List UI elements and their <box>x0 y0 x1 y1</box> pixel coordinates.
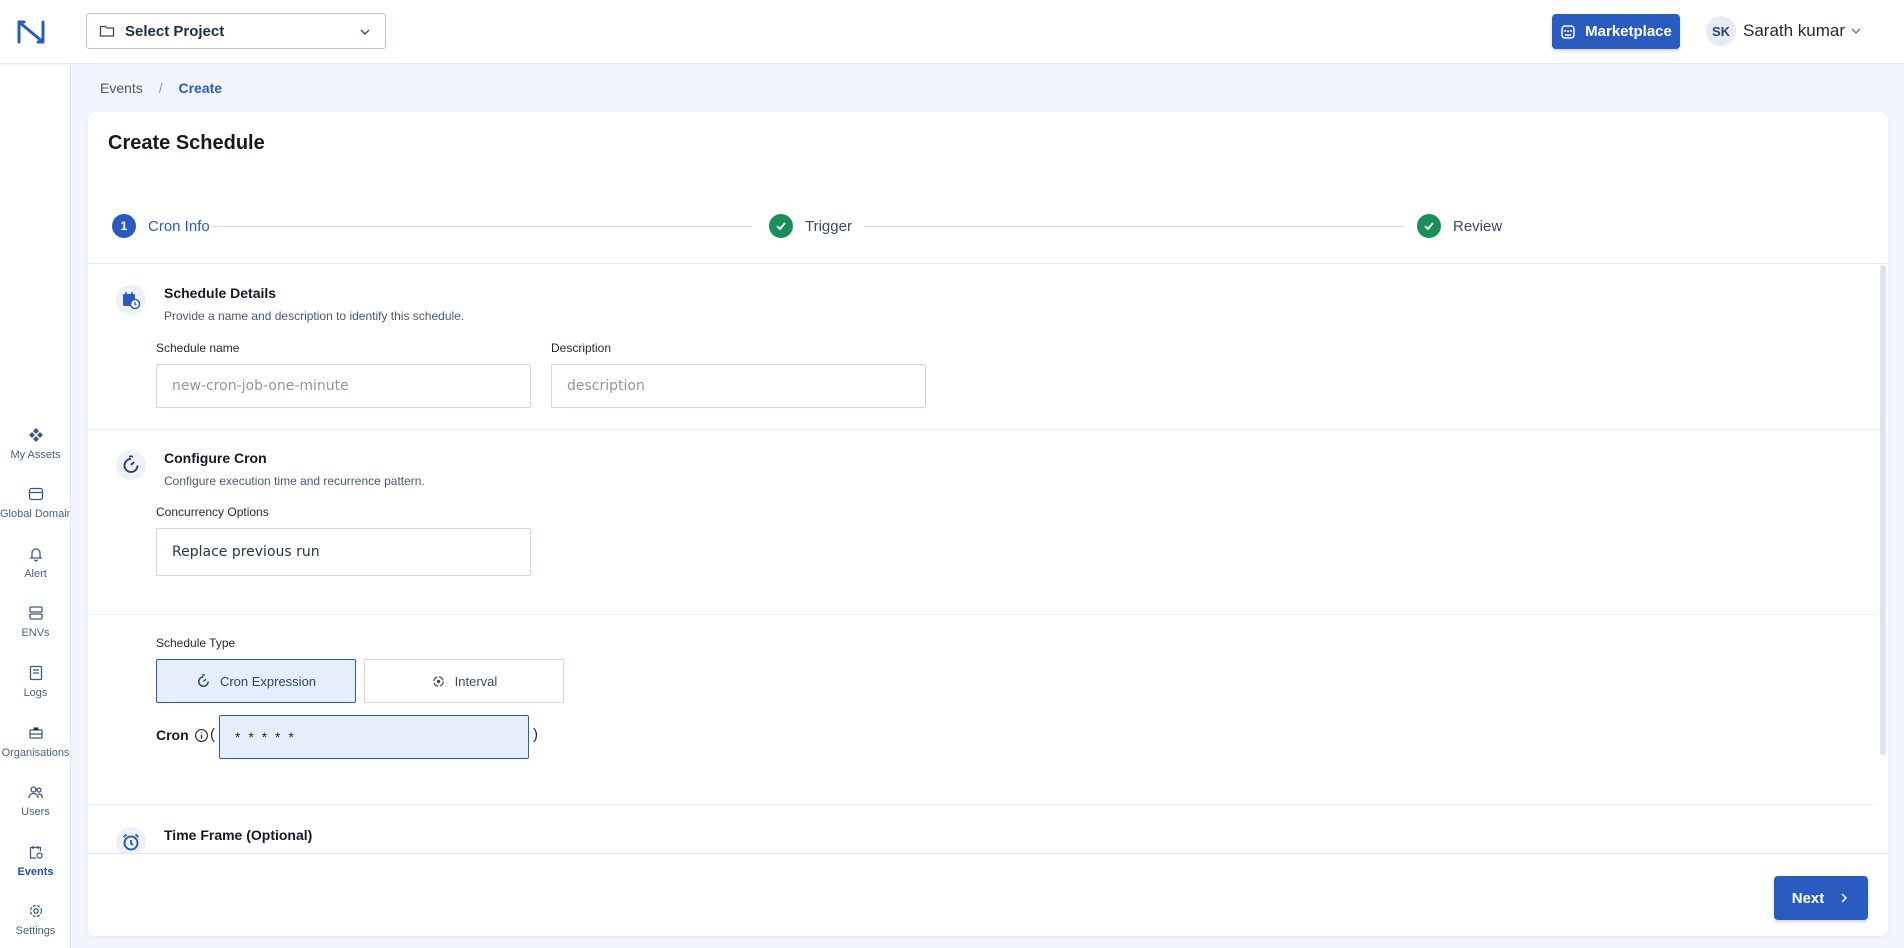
cron-expression-option[interactable]: Cron Expression <box>156 659 356 703</box>
alarm-clock-icon <box>116 827 146 853</box>
section-description: Configure execution time and recurrence … <box>164 474 425 488</box>
schedule-type-label: Schedule Type <box>156 636 236 650</box>
interval-option[interactable]: Interval <box>364 659 564 703</box>
concurrency-select[interactable]: Replace previous run <box>156 528 531 576</box>
sidebar-item-alert[interactable]: Alert <box>0 546 70 580</box>
marketplace-button[interactable]: Marketplace <box>1552 14 1680 49</box>
time-frame-section: Time Frame (Optional) <box>88 805 1878 853</box>
sidebar-item-label: Organisations <box>1 747 70 759</box>
app-logo-icon[interactable] <box>16 18 46 46</box>
schedule-name-label: Schedule name <box>156 341 240 355</box>
sidebar-item-logs[interactable]: Logs <box>0 665 70 699</box>
diamond-icon <box>28 428 43 442</box>
stepper: Create Schedule 1 Cron Info Trigger Revi… <box>88 112 1888 264</box>
sidebar-item-global-domain[interactable]: Global Domain <box>0 486 71 520</box>
calendar-gear-icon <box>29 846 43 859</box>
user-name[interactable]: Sarath kumar <box>1743 21 1845 41</box>
briefcase-icon <box>28 727 43 739</box>
project-selector[interactable]: Select Project <box>86 13 386 49</box>
breadcrumb-events[interactable]: Events <box>100 80 143 96</box>
sidebar-item-envs[interactable]: ENVs <box>0 605 70 639</box>
page-title: Create Schedule <box>108 132 265 154</box>
step-cron-info[interactable]: 1 Cron Info <box>112 214 210 238</box>
check-icon <box>769 214 793 238</box>
sidebar-item-label: Global Domain <box>0 508 71 520</box>
cron-paren-close: ) <box>533 726 538 743</box>
cron-expression-input[interactable]: * * * * * <box>219 715 529 759</box>
description-input[interactable]: description <box>551 364 926 408</box>
step-connector <box>864 226 1404 227</box>
schedule-details-section: Schedule Details Provide a name and desc… <box>88 265 1878 430</box>
breadcrumb: Events / Create <box>100 80 222 96</box>
sidebar-item-organisations[interactable]: Organisations <box>0 725 70 759</box>
sidebar-item-label: Settings <box>15 925 56 937</box>
sidebar-item-label: Alert <box>24 568 47 580</box>
concurrency-label: Concurrency Options <box>156 505 269 519</box>
step-label: Review <box>1453 217 1503 235</box>
gear-icon <box>29 904 42 918</box>
check-icon <box>1417 214 1441 238</box>
timer-icon <box>116 450 146 480</box>
sidebar: My Assets Global Domain Alert ENVs Logs … <box>0 65 71 948</box>
cron-label: Cron <box>156 727 209 743</box>
step-label: Cron Info <box>148 217 210 235</box>
breadcrumb-separator: / <box>158 80 163 96</box>
sidebar-item-label: My Assets <box>10 449 61 461</box>
scrollbar[interactable] <box>1880 265 1886 755</box>
configure-cron-section: Configure Cron Configure execution time … <box>88 430 1878 615</box>
step-review[interactable]: Review <box>1417 214 1502 238</box>
cron-paren-open: ( <box>210 726 215 743</box>
chevron-down-icon <box>360 29 370 35</box>
sidebar-item-label: Users <box>21 806 50 818</box>
users-icon <box>27 786 43 799</box>
section-title: Time Frame (Optional) <box>164 827 313 843</box>
sidebar-item-settings[interactable]: Settings <box>0 903 70 937</box>
footer: Next <box>88 853 1888 936</box>
calendar-clock-icon <box>116 285 146 315</box>
step-number: 1 <box>112 214 136 238</box>
timer-icon <box>198 673 209 687</box>
store-icon <box>28 487 43 501</box>
cron-label-text: Cron <box>156 727 189 743</box>
bell-icon <box>28 548 43 562</box>
section-title: Schedule Details <box>164 285 277 301</box>
top-bar: Select Project Marketplace SK Sarath kum… <box>0 0 1904 64</box>
create-schedule-card: Create Schedule 1 Cron Info Trigger Revi… <box>88 112 1888 936</box>
refresh-clock-icon <box>432 675 444 687</box>
next-button[interactable]: Next <box>1774 876 1868 920</box>
book-icon <box>29 665 42 681</box>
step-trigger[interactable]: Trigger <box>769 214 852 238</box>
breadcrumb-current: Create <box>178 80 223 96</box>
sidebar-item-label: ENVs <box>21 627 50 639</box>
schedule-type-section: Schedule Type Cron Expression Interval C… <box>88 615 1878 805</box>
server-icon <box>28 606 43 620</box>
section-title: Configure Cron <box>164 450 267 466</box>
user-menu-chevron-icon[interactable] <box>1850 25 1862 37</box>
sidebar-item-my-assets[interactable]: My Assets <box>0 427 70 461</box>
next-label: Next <box>1791 889 1825 907</box>
store-icon <box>1561 24 1575 39</box>
sidebar-item-users[interactable]: Users <box>0 784 70 818</box>
schedule-name-input[interactable]: new-cron-job-one-minute <box>156 364 531 408</box>
sidebar-item-events[interactable]: Events <box>0 844 70 878</box>
step-connector <box>212 226 752 227</box>
chevron-right-icon <box>1841 893 1848 903</box>
sidebar-item-label: Logs <box>23 687 48 699</box>
info-icon[interactable] <box>194 728 209 743</box>
step-label: Trigger <box>805 217 852 235</box>
option-label: Interval <box>454 673 498 689</box>
description-label: Description <box>551 341 612 355</box>
marketplace-label: Marketplace <box>1585 23 1672 40</box>
sidebar-item-label: Events <box>17 866 54 878</box>
avatar[interactable]: SK <box>1706 16 1736 46</box>
folder-icon <box>99 25 115 37</box>
section-description: Provide a name and description to identi… <box>164 309 465 323</box>
option-label: Cron Expression <box>219 673 317 689</box>
project-selector-label: Select Project <box>125 22 225 40</box>
form-content: Schedule Details Provide a name and desc… <box>88 265 1888 853</box>
